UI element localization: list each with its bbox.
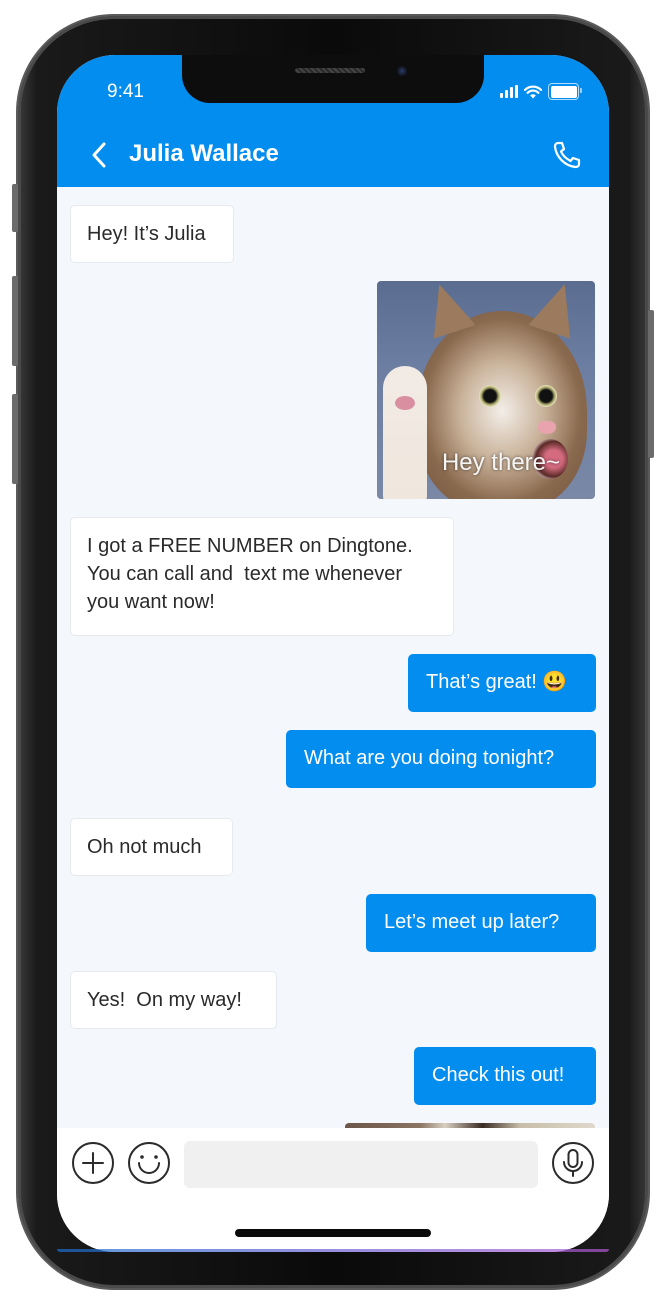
chat-header: 9:41 Julia Wallace xyxy=(57,55,609,187)
message-text: Yes! On my way! xyxy=(87,989,242,1011)
phone-screen: 9:41 Julia Wallace Hey! It’s Julia Hey t… xyxy=(57,55,609,1252)
message-outgoing[interactable]: Let’s meet up later? xyxy=(366,894,596,952)
message-text: Oh not much xyxy=(87,836,202,858)
back-button[interactable] xyxy=(89,141,109,169)
volume-down-button xyxy=(12,394,18,484)
plus-circle-icon[interactable] xyxy=(71,1141,115,1185)
power-button xyxy=(648,310,654,458)
message-incoming[interactable]: Yes! On my way! xyxy=(70,971,277,1029)
notch xyxy=(182,55,484,103)
message-text-line: I got a FREE NUMBER on Dingtone. xyxy=(87,535,413,557)
mute-switch xyxy=(12,184,18,232)
message-input[interactable] xyxy=(184,1141,538,1188)
message-text: Hey! It’s Julia xyxy=(87,223,206,245)
speaker-grille xyxy=(295,68,365,73)
cellular-signal-icon xyxy=(500,85,518,98)
message-incoming[interactable]: Oh not much xyxy=(70,818,233,876)
home-indicator[interactable] xyxy=(235,1229,431,1237)
message-text: Let’s meet up later? xyxy=(384,911,560,933)
phone-icon[interactable] xyxy=(551,139,583,171)
message-text: Check this out! xyxy=(432,1064,565,1086)
screen-edge-glow xyxy=(57,1249,609,1252)
message-text-line: You can call and text me whenever xyxy=(87,563,403,585)
cat-paw xyxy=(383,366,427,499)
front-camera xyxy=(396,65,408,77)
contact-name: Julia Wallace xyxy=(129,140,279,167)
message-outgoing[interactable]: Check this out! xyxy=(414,1047,596,1105)
microphone-icon[interactable] xyxy=(551,1141,595,1185)
message-incoming[interactable]: Hey! It’s Julia xyxy=(70,205,234,263)
message-incoming[interactable]: I got a FREE NUMBER on Dingtone. You can… xyxy=(70,517,454,636)
status-time: 9:41 xyxy=(107,81,144,102)
wifi-icon xyxy=(524,85,542,98)
message-text: What are you doing tonight? xyxy=(304,747,555,769)
message-text-line: you want now! xyxy=(87,591,215,613)
message-outgoing[interactable]: That’s great! 😃 xyxy=(408,654,596,712)
smiley-icon[interactable] xyxy=(127,1141,171,1185)
message-outgoing-image[interactable]: Hey there~ xyxy=(377,281,595,499)
image-caption: Hey there~ xyxy=(441,449,561,476)
status-icons xyxy=(500,83,582,100)
message-text: That’s great! 😃 xyxy=(426,671,568,693)
volume-up-button xyxy=(12,276,18,366)
battery-icon xyxy=(548,83,582,100)
message-outgoing[interactable]: What are you doing tonight? xyxy=(286,730,596,788)
